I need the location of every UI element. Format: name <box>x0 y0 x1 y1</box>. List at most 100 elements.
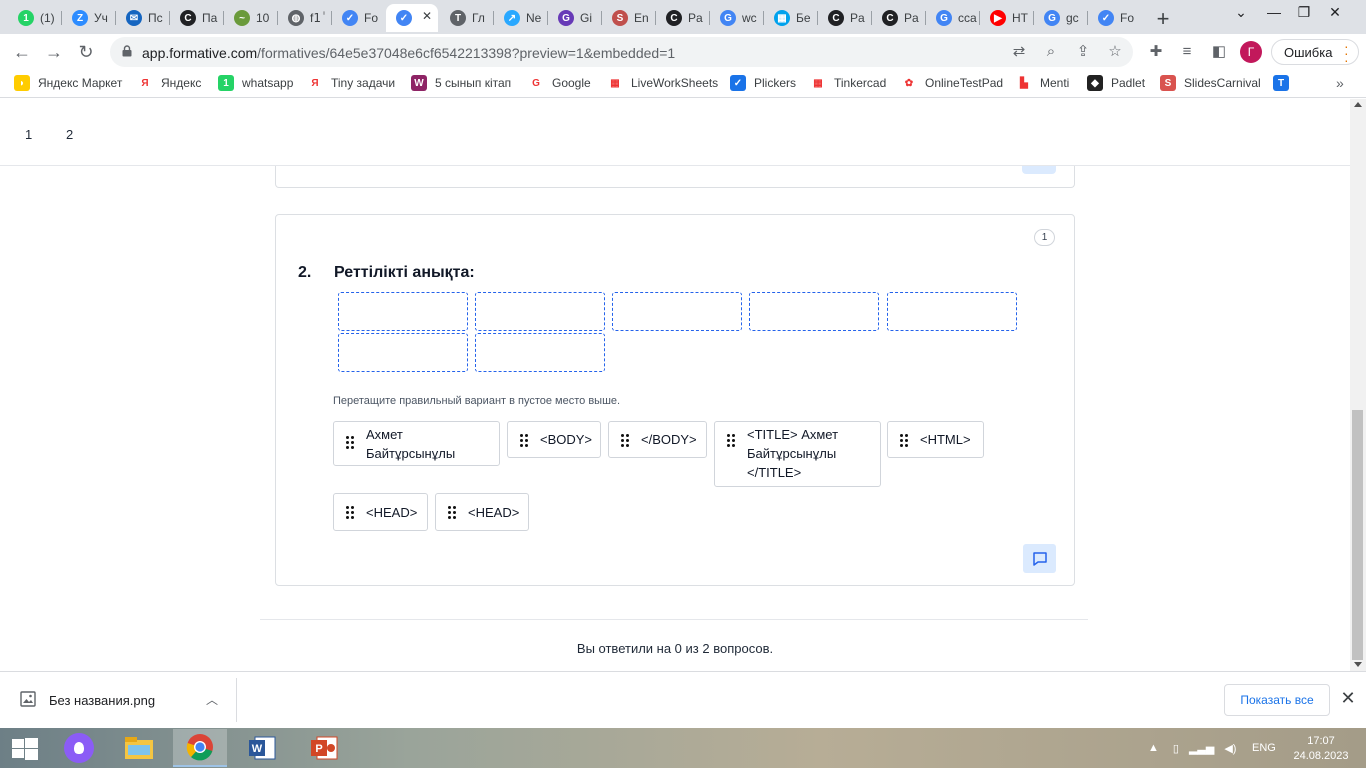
drop-slot[interactable] <box>887 292 1017 331</box>
browser-tab[interactable]: T Гл <box>440 4 494 32</box>
close-icon[interactable]: ✕ <box>1339 688 1357 709</box>
zoom-icon[interactable]: ⌕ <box>1042 43 1060 61</box>
minimize-button[interactable]: — <box>1259 4 1289 20</box>
browser-tab[interactable]: C Pa <box>656 4 710 32</box>
draggable-choice[interactable]: <TITLE> Ахмет Байтұрсынұлы </TITLE> <box>714 421 881 487</box>
drag-handle-icon[interactable] <box>621 434 629 447</box>
draggable-choice[interactable]: </BODY> <box>608 421 707 458</box>
network-icon[interactable]: ▂▃▅ <box>1189 742 1214 755</box>
scroll-up-arrow-icon[interactable] <box>1354 102 1362 107</box>
browser-tab[interactable]: ✓ Fo <box>332 4 386 32</box>
download-item[interactable]: Без названия.png <box>49 693 155 708</box>
side-panel-icon[interactable]: ◧ <box>1210 43 1228 61</box>
browser-tab[interactable]: C Па <box>170 4 224 32</box>
browser-tab[interactable]: ▦ Бе <box>764 4 818 32</box>
browser-tab[interactable]: Gcca <box>926 4 980 32</box>
more-bookmarks-chevron-icon[interactable]: » <box>1336 75 1344 91</box>
draggable-choice[interactable]: <BODY> <box>507 421 601 458</box>
error-button[interactable]: Ошибка · · · <box>1271 39 1359 67</box>
bookmark-item[interactable]: ▦ LiveWorkSheets <box>607 75 718 91</box>
browser-tab[interactable]: S En <box>602 4 656 32</box>
clock[interactable]: 17:07 24.08.2023 <box>1290 734 1352 764</box>
close-window-button[interactable]: ✕ <box>1320 4 1350 21</box>
draggable-choice[interactable]: Ахмет Байтұрсынұлы <box>333 421 500 466</box>
browser-tab[interactable]: ↗ Ne <box>494 4 548 32</box>
drop-slot[interactable] <box>612 292 742 331</box>
drop-slot[interactable] <box>338 292 468 331</box>
chrome-icon[interactable] <box>173 729 227 767</box>
bookmark-star-icon[interactable]: ☆ <box>1106 43 1124 61</box>
new-tab-button[interactable]: + <box>1153 6 1173 32</box>
bookmark-item[interactable]: Я Tiny задачи <box>307 75 395 91</box>
drop-slot[interactable] <box>475 292 605 331</box>
draggable-choice[interactable]: <HEAD> <box>333 493 428 531</box>
translate-icon[interactable]: ⇄ <box>1010 43 1028 61</box>
draggable-choice[interactable]: <HEAD> <box>435 493 529 531</box>
tab-search-chevron-icon[interactable]: ⌄ <box>1226 4 1256 21</box>
comment-button[interactable] <box>1023 544 1056 573</box>
browser-tab[interactable]: ~10 <box>224 4 278 32</box>
bookmark-item[interactable]: W 5 сынып кітап <box>411 75 511 91</box>
volume-icon[interactable]: ◀) <box>1224 742 1236 755</box>
browser-tab[interactable]: G Gi <box>548 4 602 32</box>
file-explorer-icon[interactable] <box>112 729 166 767</box>
bookmark-item[interactable]: S SlidesCarnival <box>1160 75 1261 91</box>
drag-handle-icon[interactable] <box>900 434 908 447</box>
drag-handle-icon[interactable] <box>346 436 354 449</box>
share-icon[interactable]: ⇪ <box>1074 43 1092 61</box>
drag-handle-icon[interactable] <box>448 506 456 519</box>
browser-tab[interactable]: ◍ f1ٰ <box>278 4 332 32</box>
browser-tab[interactable]: Gwc <box>710 4 764 32</box>
media-control-icon[interactable]: ≡ <box>1178 43 1196 61</box>
page-link-2[interactable]: 2 <box>66 127 73 142</box>
drop-slot[interactable] <box>338 333 468 372</box>
extensions-icon[interactable]: ✚ <box>1147 43 1165 61</box>
word-icon[interactable]: W <box>235 729 289 767</box>
bookmark-item[interactable]: ✿ OnlineTestPad <box>901 75 1003 91</box>
bookmark-item[interactable]: 1 whatsapp <box>218 75 293 91</box>
chevron-up-icon[interactable]: ︿ <box>206 691 218 708</box>
browser-tab[interactable]: ✓ Fo <box>1088 4 1142 32</box>
bookmark-item[interactable]: G Google <box>528 75 591 91</box>
page-link-1[interactable]: 1 <box>25 127 32 142</box>
browser-tab[interactable]: ✉ Пс <box>116 4 170 32</box>
alice-assistant-icon[interactable] <box>52 729 106 767</box>
restore-button[interactable]: ❐ <box>1289 4 1319 21</box>
forward-button[interactable]: → <box>44 42 64 62</box>
close-tab-icon[interactable]: ✕ <box>422 9 432 23</box>
drop-slot[interactable] <box>749 292 879 331</box>
reload-button[interactable]: ↻ <box>76 42 96 62</box>
powerpoint-icon[interactable]: P <box>297 729 351 767</box>
drag-handle-icon[interactable] <box>520 434 528 447</box>
choice-label: </BODY> <box>641 432 697 447</box>
bookmark-item[interactable]: ▦ Tinkercad <box>810 75 886 91</box>
battery-icon[interactable]: ▯ <box>1173 742 1179 755</box>
scroll-down-arrow-icon[interactable] <box>1354 662 1362 667</box>
drag-handle-icon[interactable] <box>727 434 735 447</box>
scrollbar-thumb[interactable] <box>1352 410 1363 660</box>
drag-handle-icon[interactable] <box>346 506 354 519</box>
windows-start-icon[interactable] <box>12 738 38 760</box>
browser-tab[interactable]: Ggc <box>1034 4 1088 32</box>
page-scrollbar[interactable] <box>1350 99 1366 671</box>
browser-tab[interactable]: ▶ НТ <box>980 4 1034 32</box>
bookmark-item[interactable]: ◗ Яндекс Маркет <box>14 75 122 91</box>
bookmark-item[interactable]: ◆ Padlet <box>1087 75 1145 91</box>
browser-tab[interactable]: Z Уч <box>62 4 116 32</box>
show-all-button[interactable]: Показать все <box>1224 684 1330 716</box>
chevron-up-icon[interactable]: ▲ <box>1148 742 1159 754</box>
profile-avatar[interactable]: Г <box>1240 41 1262 63</box>
browser-tab[interactable]: C Pa <box>818 4 872 32</box>
bookmark-item[interactable]: Я Яндекс <box>137 75 201 91</box>
bookmark-item[interactable]: T <box>1273 75 1297 91</box>
drop-slot[interactable] <box>475 333 605 372</box>
browser-tab[interactable]: ✓ ✕ <box>386 4 438 32</box>
language-indicator[interactable]: ENG <box>1252 742 1276 754</box>
address-bar[interactable]: app.formative.com/formatives/64e5e37048e… <box>110 37 1133 67</box>
bookmark-item[interactable]: ▙ Menti <box>1016 75 1069 91</box>
browser-tab[interactable]: 1 (1) <box>8 4 62 32</box>
browser-tab[interactable]: C Pa <box>872 4 926 32</box>
bookmark-item[interactable]: ✓ Plickers <box>730 75 796 91</box>
draggable-choice[interactable]: <HTML> <box>887 421 984 458</box>
back-button[interactable]: ← <box>12 42 32 62</box>
